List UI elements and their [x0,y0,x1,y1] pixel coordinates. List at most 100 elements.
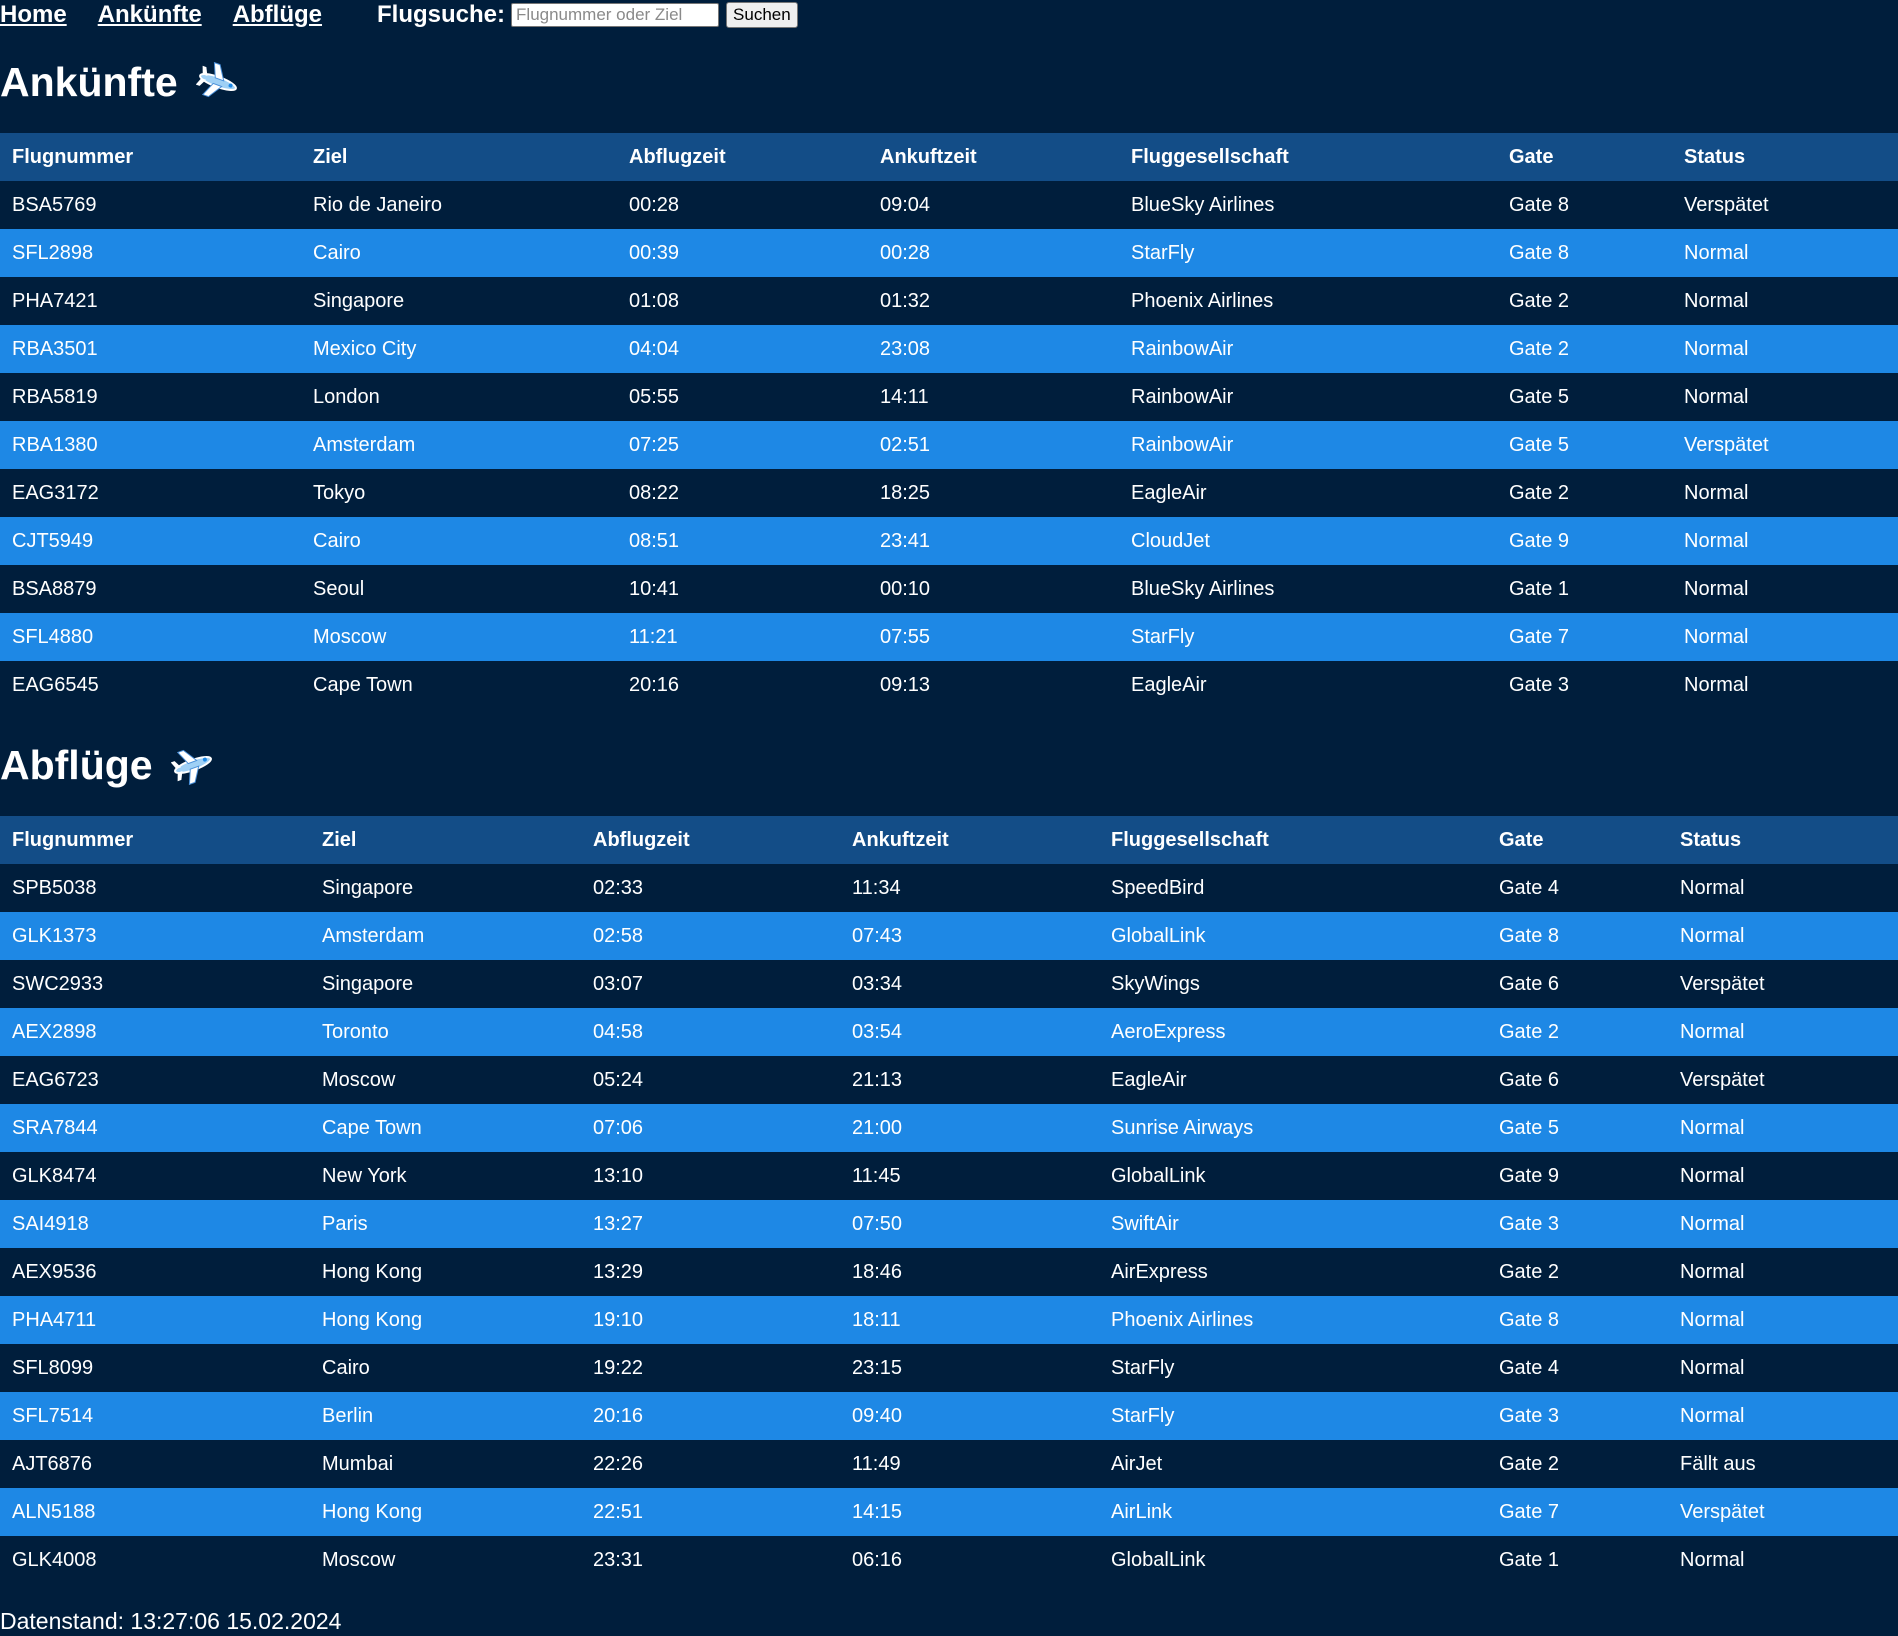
airline-cell: EagleAir [1111,1068,1187,1091]
status-cell: Normal [1684,481,1749,504]
flight-number-cell: SFL8099 [12,1356,94,1379]
destination-cell: Cape Town [313,673,413,696]
airline-cell: GlobalLink [1111,924,1206,947]
airline-cell: SpeedBird [1111,876,1205,899]
arrival-time-cell: 18:46 [852,1260,903,1283]
departure-time-cell: 07:25 [629,433,680,456]
col-header-destination: Ziel [301,133,617,181]
flight-number-cell: GLK8474 [12,1164,97,1187]
flight-number-cell: RBA1380 [12,433,98,456]
destination-cell: Hong Kong [322,1308,423,1331]
table-row: CJT5949 Cairo 08:51 23:41 CloudJet Gate 9 Norm… [0,517,1898,565]
status-cell: Normal [1684,385,1749,408]
gate-cell: Gate 3 [1499,1404,1560,1427]
col-header-gate: Gate [1487,816,1668,864]
airline-cell: StarFly [1131,241,1195,264]
airline-cell: AirJet [1111,1452,1163,1475]
arrivals-table-body: BSA5769 Rio de Janeiro 00:28 09:04 BlueSky A… [0,181,1898,709]
departure-time-cell: 02:58 [593,924,644,947]
table-row: GLK8474 New York 13:10 11:45 GlobalLink Gate … [0,1152,1898,1200]
arrival-time-cell: 03:54 [852,1020,903,1043]
status-cell: Normal [1684,529,1749,552]
gate-cell: Gate 7 [1499,1500,1560,1523]
gate-cell: Gate 6 [1499,972,1560,995]
airline-cell: AeroExpress [1111,1020,1226,1043]
airline-cell: Sunrise Airways [1111,1116,1254,1139]
search-input[interactable] [511,3,720,27]
airline-cell: AirExpress [1111,1260,1208,1283]
airline-cell: AirLink [1111,1500,1173,1523]
table-row: SPB5038 Singapore 02:33 11:34 SpeedBird Gate … [0,864,1898,912]
departure-time-cell: 03:07 [593,972,644,995]
airline-cell: CloudJet [1131,529,1210,552]
airplane-icon [195,61,240,102]
flight-number-cell: BSA8879 [12,577,97,600]
flight-number-cell: EAG3172 [12,481,99,504]
airline-cell: SwiftAir [1111,1212,1179,1235]
arrival-time-cell: 01:32 [880,289,931,312]
arrivals-header-row: Flugnummer Ziel Abflugzeit Ankuftzeit Fl… [0,133,1898,181]
destination-cell: Singapore [322,972,414,995]
arrival-time-cell: 03:34 [852,972,903,995]
status-cell: Fällt aus [1680,1452,1756,1475]
flight-number-cell: PHA7421 [12,289,98,312]
flight-number-cell: GLK1373 [12,924,97,947]
nav-link-arrivals[interactable]: Ankünfte [98,1,202,29]
departure-time-cell: 05:55 [629,385,680,408]
top-nav: Home Ankünfte Abflüge Flugsuche: Suchen [0,0,798,30]
flight-number-cell: SAI4918 [12,1212,89,1235]
col-header-arrival-time: Ankuftzeit [868,133,1119,181]
arrival-time-cell: 11:45 [852,1164,901,1187]
table-row: PHA7421 Singapore 01:08 01:32 Phoenix Airlin… [0,277,1898,325]
table-row: BSA5769 Rio de Janeiro 00:28 09:04 BlueSky A… [0,181,1898,229]
flight-number-cell: BSA5769 [12,193,97,216]
destination-cell: Tokyo [313,481,366,504]
destination-cell: Amsterdam [313,433,416,456]
table-row: EAG6723 Moscow 05:24 21:13 EagleAir Gate 6 Ver… [0,1056,1898,1104]
nav-link-home[interactable]: Home [0,1,67,29]
gate-cell: Gate 8 [1509,241,1570,264]
table-row: SFL8099 Cairo 19:22 23:15 StarFly Gate 4 Norma… [0,1344,1898,1392]
destination-cell: Hong Kong [322,1500,423,1523]
departure-time-cell: 22:51 [593,1500,644,1523]
departure-time-cell: 10:41 [629,577,680,600]
airplane-icon [170,745,215,786]
arrival-time-cell: 09:04 [880,193,931,216]
gate-cell: Gate 7 [1509,625,1570,648]
flight-number-cell: RBA3501 [12,337,98,360]
departure-time-cell: 02:33 [593,876,644,899]
nav-link-departures[interactable]: Abflüge [233,1,322,29]
table-row: EAG6545 Cape Town 20:16 09:13 EagleAir Gate 3… [0,661,1898,709]
search-button[interactable]: Suchen [726,2,798,28]
col-header-flight-number: Flugnummer [0,816,310,864]
arrival-time-cell: 14:15 [852,1500,903,1523]
airline-cell: BlueSky Airlines [1131,577,1275,600]
destination-cell: Singapore [313,289,405,312]
destination-cell: Mumbai [322,1452,394,1475]
departure-time-cell: 20:16 [593,1404,644,1427]
airline-cell: RainbowAir [1131,433,1234,456]
status-cell: Verspätet [1680,972,1765,995]
arrival-time-cell: 02:51 [880,433,931,456]
flight-number-cell: SFL2898 [12,241,94,264]
status-cell: Normal [1684,625,1749,648]
destination-cell: Moscow [313,625,387,648]
table-row: GLK1373 Amsterdam 02:58 07:43 GlobalLink Gate… [0,912,1898,960]
airline-cell: Phoenix Airlines [1131,289,1274,312]
gate-cell: Gate 2 [1499,1260,1560,1283]
table-row: SFL2898 Cairo 00:39 00:28 StarFly Gate 8 Norma… [0,229,1898,277]
airline-cell: GlobalLink [1111,1548,1206,1571]
departure-time-cell: 20:16 [629,673,680,696]
airline-cell: EagleAir [1131,673,1207,696]
departure-time-cell: 00:28 [629,193,680,216]
status-cell: Normal [1680,1308,1745,1331]
gate-cell: Gate 2 [1509,481,1570,504]
table-row: RBA3501 Mexico City 04:04 23:08 RainbowAir Ga… [0,325,1898,373]
destination-cell: Cairo [322,1356,370,1379]
gate-cell: Gate 3 [1499,1212,1560,1235]
arrivals-heading: Ankünfte [0,54,240,110]
destination-cell: Cairo [313,529,361,552]
table-row: PHA4711 Hong Kong 19:10 18:11 Phoenix Airlin… [0,1296,1898,1344]
arrival-time-cell: 21:00 [852,1116,903,1139]
departure-time-cell: 19:22 [593,1356,644,1379]
